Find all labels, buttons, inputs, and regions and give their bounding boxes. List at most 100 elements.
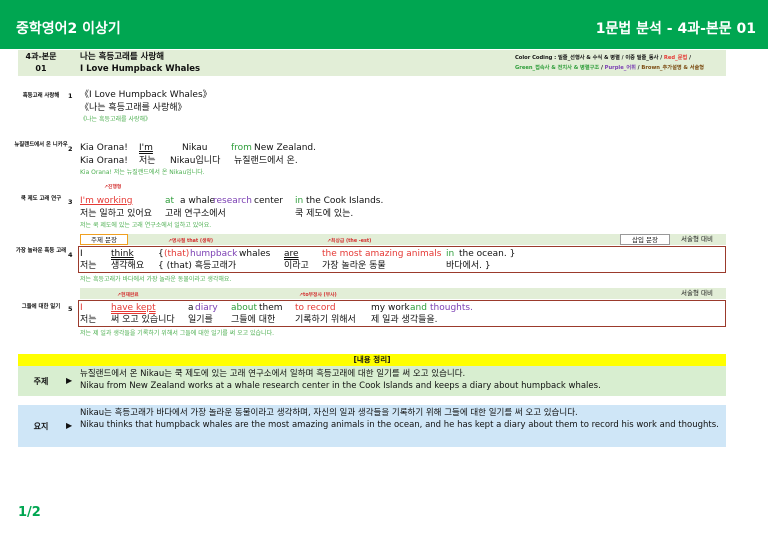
row5-ko-verb: 써 오고 있습니다 xyxy=(111,315,175,325)
row2-en-from: from xyxy=(231,143,252,153)
row4-en-subject: I xyxy=(80,249,83,259)
essay-prep-box: 서술형 대비 xyxy=(681,289,713,297)
lesson-title: 1문법 분석 - 4과-본문 01 xyxy=(595,21,756,37)
row5-label-bar xyxy=(80,288,726,299)
row2-en-verb: I'm xyxy=(139,143,153,153)
row5-en-diary: diary xyxy=(195,303,218,313)
color-coding-legend: Color Coding : 밑줄_선행사 & 수식 & 병렬 / 이중 밑줄_… xyxy=(515,53,725,73)
row4-ko-is: 이라고 xyxy=(284,261,309,271)
lesson-title-block: 나는 흑등고래를 사랑해 I Love Humpback Whales xyxy=(80,51,200,75)
row3-ko-place: 쿡 제도에 있는. xyxy=(295,209,354,219)
row4-ko-subject: 저는 xyxy=(80,261,97,271)
lesson-title-en: I Love Humpback Whales xyxy=(80,64,201,74)
row5-ko-work: 제 일과 생각들을. xyxy=(371,315,438,325)
row4-en-in: in xyxy=(446,249,455,259)
row5-en-thoughts: thoughts. xyxy=(430,303,473,313)
legend-prefix: Color Coding : 밑줄_선행사 & 수식 & 병렬 / 이중 밑줄_… xyxy=(515,55,664,61)
row3-en-in: in xyxy=(295,196,304,206)
row2-ko-greeting: Kia Orana! xyxy=(80,156,128,166)
row4-en-that: (that) xyxy=(164,249,190,259)
row4-en-humpback: humpback xyxy=(190,249,238,259)
row5-en-work: my work xyxy=(371,303,410,313)
row2-label: 뉴질랜드에서 온 니카우 xyxy=(14,142,68,148)
row3-en-verb: I'm working xyxy=(80,196,133,206)
row1-number: 1 xyxy=(68,92,73,100)
gist-text: Nikau는 흑등고래가 바다에서 가장 놀라운 동물이라고 생각하며, 자신의… xyxy=(80,407,720,431)
gist-box: 요지 ▶ Nikau는 흑등고래가 바다에서 가장 놀라운 동물이라고 생각하며… xyxy=(18,405,726,447)
row3-ko-verb: 저는 일하고 있어요 xyxy=(80,209,152,219)
lesson-header: 4과-본문 01 나는 흑등고래를 사랑해 I Love Humpback Wh… xyxy=(18,50,726,76)
row3-en-place: the Cook Islands. xyxy=(306,196,384,206)
legend-slash: / xyxy=(687,55,691,61)
page-number: 1/2 xyxy=(18,505,41,520)
gist-label: 요지 xyxy=(33,421,49,431)
row2-en-name: Nikau xyxy=(182,143,208,153)
row4-grammar-tag-2: 최상급 (the -est) xyxy=(327,237,371,244)
lesson-number: 4과-본문 01 xyxy=(25,52,57,73)
row5-ko-about: 그들에 대한 xyxy=(231,315,276,325)
row2-ko-i: 저는 xyxy=(139,156,156,166)
row4-ko-clause: { (that) 흑등고래가 xyxy=(158,261,237,271)
row3-ko-center: 고래 연구소에서 xyxy=(165,209,226,219)
legend-purple: Purple_어휘 xyxy=(604,65,636,71)
row2-en-greeting: Kia Orana! xyxy=(80,143,128,153)
row4-ko-ocean: 바다에서. } xyxy=(446,261,491,271)
gist-korean: Nikau는 흑등고래가 바다에서 가장 놀라운 동물이라고 생각하며, 자신의… xyxy=(80,408,578,418)
row1-korean: 《나는 흑등고래를 사랑해》 xyxy=(80,103,187,113)
row5-en-them: them xyxy=(259,303,283,313)
row5-en-verb: have kept xyxy=(111,303,156,313)
row5-en-a: a xyxy=(188,303,194,313)
row3-en-at: at xyxy=(165,196,175,206)
row4-label: 가장 놀라운 흑등 고래 xyxy=(15,248,67,254)
row4-en-brace: { xyxy=(158,249,164,259)
row3-en-research: research xyxy=(213,196,252,206)
row3-en-center: center xyxy=(254,196,283,206)
row4-en-superlative: the most amazing animals xyxy=(322,249,442,259)
row4-en-are: are xyxy=(284,249,299,259)
row5-label: 그들에 대한 일기 xyxy=(21,304,61,310)
row3-label: 쿡 제도 고래 연구 xyxy=(20,196,62,202)
row4-en-verb: think xyxy=(111,249,134,259)
row1-label: 흑등고래 사랑해 xyxy=(22,93,60,99)
row5-ko-subject: 저는 xyxy=(80,315,97,325)
row4-translation: 저는 흑등고래가 바다에서 가장 놀라운 동물이라고 생각해요. xyxy=(80,276,232,283)
row3-grammar-tag: 진행형 xyxy=(104,183,121,190)
row3-translation: 저는 쿡 제도에 있는 고래 연구소에서 일하고 있어요. xyxy=(80,222,212,229)
lesson-title-ko: 나는 흑등고래를 사랑해 xyxy=(80,52,165,62)
theme-label: 주제 xyxy=(33,376,49,386)
gist-arrow-icon: ▶ xyxy=(66,421,73,430)
row4-en-whales: whales xyxy=(239,249,271,259)
row5-ko-diary: 일기를 xyxy=(188,315,213,325)
row5-en-subject: I xyxy=(80,303,83,313)
gist-english: Nikau thinks that humpback whales are th… xyxy=(80,420,719,430)
legend-red: Red_문법 xyxy=(663,55,688,61)
theme-text: 뉴질랜드에서 온 Nikau는 쿡 제도에 있는 고래 연구소에서 일하며 흑등… xyxy=(80,368,720,392)
legend-brown: Brown_추가설명 & 서술형 xyxy=(641,65,705,71)
row4-en-ocean: the ocean. } xyxy=(459,249,516,259)
row2-ko-name: Nikau입니다 xyxy=(170,156,221,166)
theme-english: Nikau from New Zealand works at a whale … xyxy=(80,381,601,391)
row2-ko-from: 뉴질랜드에서 온. xyxy=(234,156,298,166)
main-sentence-box: 주제 문장 xyxy=(80,234,128,245)
theme-arrow-icon: ▶ xyxy=(66,376,73,385)
header-bar: 중학영어2 이상기 1문법 분석 - 4과-본문 01 xyxy=(0,0,768,49)
theme-box: 주제 ▶ 뉴질랜드에서 온 Nikau는 쿡 제도에 있는 고래 연구소에서 일… xyxy=(18,366,726,396)
row4-number: 4 xyxy=(68,251,73,259)
row3-number: 3 xyxy=(68,198,73,206)
row2-number: 2 xyxy=(68,145,73,153)
theme-korean: 뉴질랜드에서 온 Nikau는 쿡 제도에 있는 고래 연구소에서 일하며 흑등… xyxy=(80,369,466,379)
row1-english: 《I Love Humpback Whales》 xyxy=(80,90,212,100)
row3-en-whale: a whale xyxy=(180,196,215,206)
legend-green: Green_접속사 & 전치사 & 병렬구조 xyxy=(515,65,600,71)
row5-grammar-tag-2: to부정사 (부사) xyxy=(299,291,337,298)
insert-sentence-box: 삽입 문장 xyxy=(620,234,670,245)
summary-title: [내용 정리] xyxy=(18,354,726,366)
row5-ko-torecord: 기록하기 위해서 xyxy=(295,315,356,325)
row4-grammar-tag-1: 명사절 that (생략) xyxy=(168,237,213,244)
row5-grammar-tag-1: 현재완료 xyxy=(117,291,139,298)
essay-prep-box: 서술형 대비 xyxy=(681,235,713,243)
row5-en-torecord: to record xyxy=(295,303,336,313)
row4-ko-superlative: 가장 놀라운 동물 xyxy=(322,261,386,271)
row5-translation: 저는 제 일과 생각들을 기록하기 위해서 그들에 대한 일기를 써 오고 있습… xyxy=(80,330,275,337)
row2-translation: Kia Orana! 저는 뉴질랜드에서 온 Nikau입니다. xyxy=(80,169,205,176)
